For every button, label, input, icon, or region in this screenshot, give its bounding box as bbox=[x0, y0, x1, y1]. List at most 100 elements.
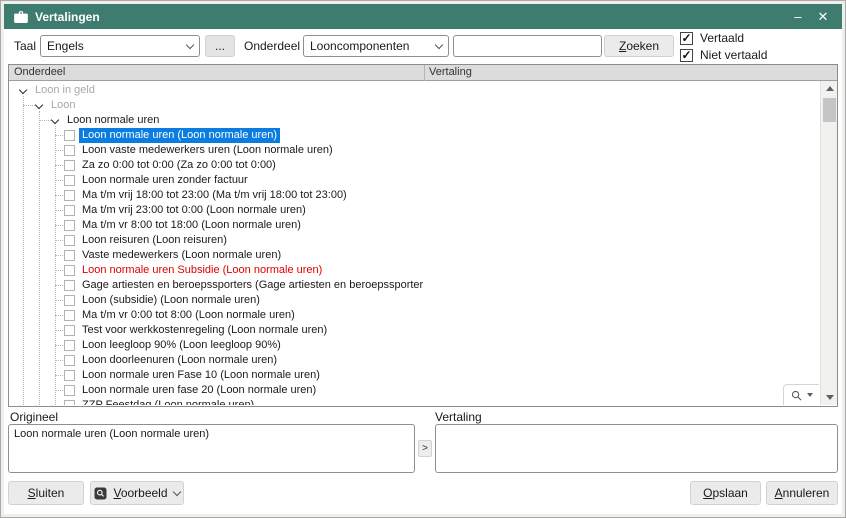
tree-item-label: Loon vaste medewerkers uren (Loon normal… bbox=[82, 143, 333, 158]
tree-item-label: Ma t/m vr 0:00 tot 8:00 (Loon normale ur… bbox=[82, 308, 295, 323]
item-checkbox[interactable] bbox=[64, 220, 75, 231]
magnifier-icon bbox=[791, 390, 802, 401]
tree-group-row[interactable]: Loon in geld bbox=[9, 83, 820, 98]
column-onderdeel[interactable]: Onderdeel bbox=[14, 66, 65, 78]
item-checkbox[interactable] bbox=[64, 235, 75, 246]
language-select[interactable]: Engels bbox=[40, 35, 200, 57]
item-checkbox[interactable] bbox=[64, 400, 75, 405]
close-button[interactable]: ✕ bbox=[814, 4, 832, 29]
list-zoom-control[interactable] bbox=[783, 384, 819, 405]
tree-group-label[interactable]: Loon in geld bbox=[35, 83, 95, 98]
tree-item[interactable]: Loon normale uren Fase 10 (Loon normale … bbox=[9, 368, 820, 383]
untranslated-checkbox[interactable]: ✓ bbox=[680, 49, 693, 62]
tree-guide bbox=[39, 120, 51, 121]
item-checkbox[interactable] bbox=[64, 175, 75, 186]
close-dialog-button[interactable]: Sluiten bbox=[8, 481, 84, 505]
tree-item[interactable]: Loon doorleenuren (Loon normale uren) bbox=[9, 353, 820, 368]
tree-item-label: Loon doorleenuren (Loon normale uren) bbox=[82, 353, 277, 368]
tree-item-label: Loon leegloop 90% (Loon leegloop 90%) bbox=[82, 338, 281, 353]
tree-item[interactable]: Za zo 0:00 tot 0:00 (Za zo 0:00 tot 0:00… bbox=[9, 158, 820, 173]
tree-group-row[interactable]: Loon normale uren bbox=[9, 113, 820, 128]
item-checkbox[interactable] bbox=[64, 355, 75, 366]
window-title: Vertalingen bbox=[35, 10, 782, 24]
tree-item[interactable]: Loon vaste medewerkers uren (Loon normal… bbox=[9, 143, 820, 158]
item-checkbox[interactable] bbox=[64, 265, 75, 276]
tree-item[interactable]: Loon leegloop 90% (Loon leegloop 90%) bbox=[9, 338, 820, 353]
item-checkbox[interactable] bbox=[64, 250, 75, 261]
item-checkbox[interactable] bbox=[64, 190, 75, 201]
item-checkbox[interactable] bbox=[64, 280, 75, 291]
section-select[interactable]: Looncomponenten bbox=[303, 35, 449, 57]
tree-item[interactable]: ZZP Feestdag (Loon normale uren) bbox=[9, 398, 820, 405]
tree-area: Loon in geldLoonLoon normale urenLoon no… bbox=[9, 81, 837, 405]
chevron-down-icon[interactable] bbox=[51, 116, 59, 124]
tree-item-label: Loon normale uren Fase 10 (Loon normale … bbox=[82, 368, 320, 383]
column-vertaling[interactable]: Vertaling bbox=[429, 66, 472, 78]
briefcase-icon bbox=[14, 11, 28, 23]
cancel-button[interactable]: Annuleren bbox=[766, 481, 838, 505]
tree-group-label[interactable]: Loon normale uren bbox=[67, 113, 159, 128]
item-checkbox[interactable] bbox=[64, 340, 75, 351]
tree-guide bbox=[55, 150, 63, 151]
tree-item-label: Loon reisuren (Loon reisuren) bbox=[82, 233, 227, 248]
search-input[interactable] bbox=[453, 35, 602, 57]
preview-button[interactable]: Voorbeeld bbox=[90, 481, 184, 505]
chevron-down-icon[interactable] bbox=[19, 86, 27, 94]
tree-guide bbox=[55, 165, 63, 166]
filter-untranslated-row[interactable]: ✓ Niet vertaald bbox=[680, 48, 767, 62]
original-textarea[interactable]: Loon normale uren (Loon normale uren) bbox=[8, 424, 415, 473]
vertical-scrollbar[interactable] bbox=[820, 81, 837, 405]
tree-item-label: Ma t/m vr 8:00 tot 18:00 (Loon normale u… bbox=[82, 218, 301, 233]
translated-label: Vertaald bbox=[700, 31, 744, 45]
tree-item[interactable]: Loon normale uren Subsidie (Loon normale… bbox=[9, 263, 820, 278]
tree-group-label[interactable]: Loon bbox=[51, 98, 75, 113]
item-checkbox[interactable] bbox=[64, 310, 75, 321]
tree-item[interactable]: Ma t/m vrij 18:00 tot 23:00 (Ma t/m vrij… bbox=[9, 188, 820, 203]
item-checkbox[interactable] bbox=[64, 295, 75, 306]
tree-item[interactable]: Test voor werkkostenregeling (Loon norma… bbox=[9, 323, 820, 338]
item-checkbox[interactable] bbox=[64, 370, 75, 381]
section-label: Onderdeel bbox=[244, 39, 300, 53]
item-checkbox[interactable] bbox=[64, 325, 75, 336]
tree-item[interactable]: Loon normale uren zonder factuur bbox=[9, 173, 820, 188]
minimize-button[interactable]: – bbox=[789, 4, 807, 29]
save-button[interactable]: Opslaan bbox=[690, 481, 761, 505]
tree-group-row[interactable]: Loon bbox=[9, 98, 820, 113]
filter-translated-row[interactable]: ✓ Vertaald bbox=[680, 31, 744, 45]
more-languages-button[interactable]: ... bbox=[205, 35, 235, 57]
tree-guide bbox=[55, 270, 63, 271]
tree-item[interactable]: Ma t/m vrij 23:00 tot 0:00 (Loon normale… bbox=[9, 203, 820, 218]
section-value: Looncomponenten bbox=[310, 36, 436, 56]
tree-guide bbox=[55, 330, 63, 331]
item-checkbox[interactable] bbox=[64, 145, 75, 156]
tree-item[interactable]: Ma t/m vr 0:00 tot 8:00 (Loon normale ur… bbox=[9, 308, 820, 323]
item-checkbox[interactable] bbox=[64, 130, 75, 141]
translation-textarea[interactable] bbox=[435, 424, 838, 473]
item-checkbox[interactable] bbox=[64, 385, 75, 396]
search-button[interactable]: Zoeken bbox=[604, 35, 674, 57]
tree-item[interactable]: Loon normale uren fase 20 (Loon normale … bbox=[9, 383, 820, 398]
tree-item-label: Vaste medewerkers (Loon normale uren) bbox=[82, 248, 281, 263]
translated-checkbox[interactable]: ✓ bbox=[680, 32, 693, 45]
tree-item-label: Ma t/m vrij 18:00 tot 23:00 (Ma t/m vrij… bbox=[82, 188, 347, 203]
tree-item-label: Loon normale uren zonder factuur bbox=[82, 173, 248, 188]
tree-item-label: Loon (subsidie) (Loon normale uren) bbox=[82, 293, 260, 308]
scrollbar-thumb[interactable] bbox=[823, 98, 836, 122]
tree-item[interactable]: Gage artiesten en beroepssporters (Gage … bbox=[9, 278, 820, 293]
tree-item[interactable]: Ma t/m vr 8:00 tot 18:00 (Loon normale u… bbox=[9, 218, 820, 233]
scroll-down-icon[interactable] bbox=[821, 390, 837, 405]
tree-guide bbox=[23, 96, 24, 405]
tree-item[interactable]: Loon normale uren (Loon normale uren) bbox=[9, 128, 820, 143]
language-value: Engels bbox=[47, 36, 187, 56]
item-checkbox[interactable] bbox=[64, 205, 75, 216]
chevron-down-icon[interactable] bbox=[35, 101, 43, 109]
tree-guide bbox=[55, 345, 63, 346]
item-checkbox[interactable] bbox=[64, 160, 75, 171]
tree-item[interactable]: Loon reisuren (Loon reisuren) bbox=[9, 233, 820, 248]
copy-to-translation-button[interactable]: > bbox=[418, 440, 432, 457]
scroll-up-icon[interactable] bbox=[821, 81, 837, 96]
tree-item-label: Loon normale uren (Loon normale uren) bbox=[79, 128, 280, 143]
dialog-body: Taal Engels ... Onderdeel Looncomponente… bbox=[4, 29, 842, 514]
tree-item[interactable]: Loon (subsidie) (Loon normale uren) bbox=[9, 293, 820, 308]
tree-item[interactable]: Vaste medewerkers (Loon normale uren) bbox=[9, 248, 820, 263]
